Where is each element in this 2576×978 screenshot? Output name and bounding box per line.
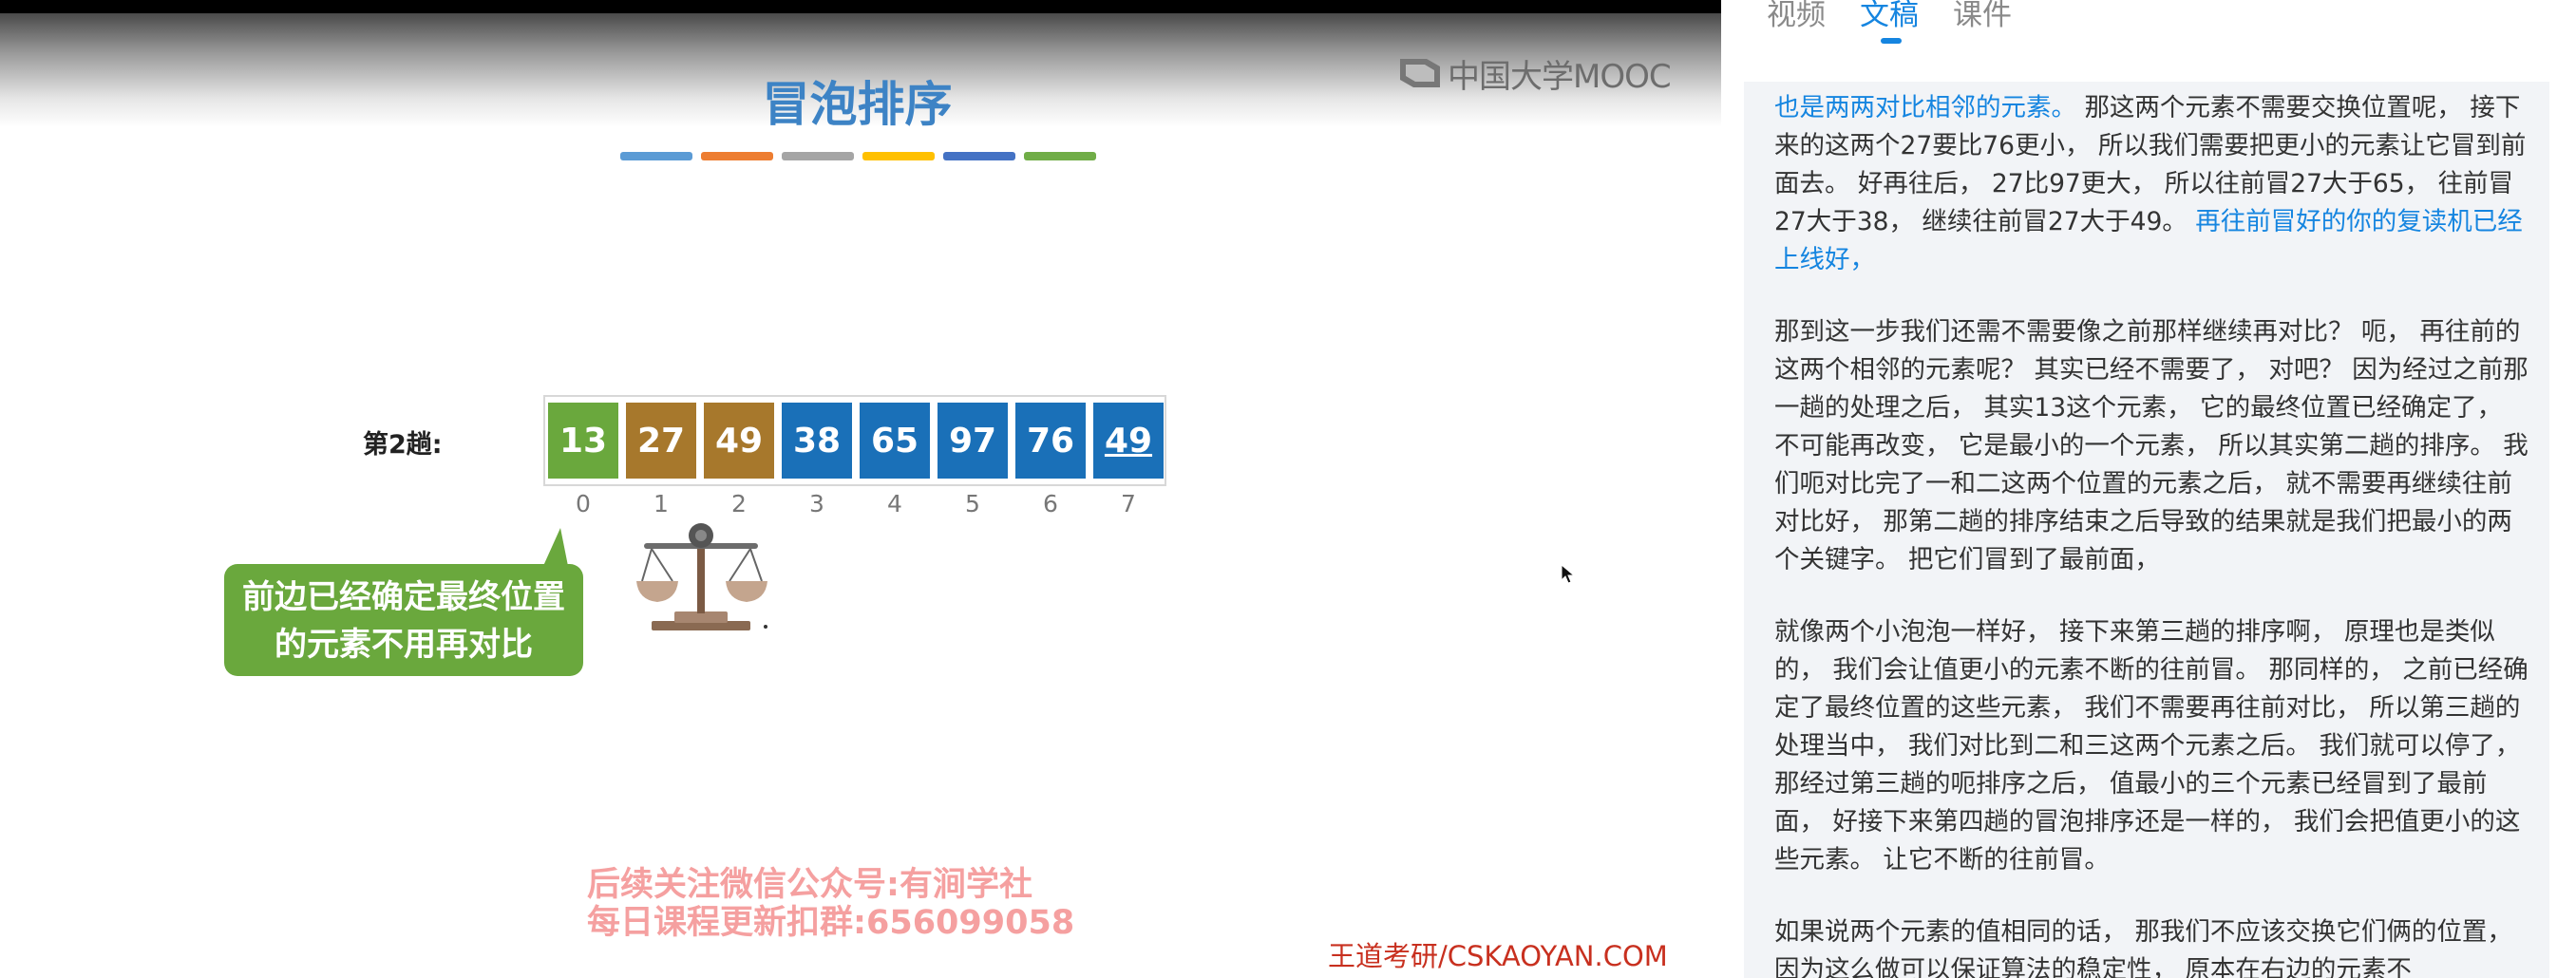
array-cell-value: 65	[870, 421, 919, 461]
brand-caption: 王道考研/CSKAOYAN.COM	[1328, 940, 1668, 972]
array-cell: 49	[704, 403, 774, 479]
panel-tabs: 视频 文稿 课件	[1767, 0, 2012, 44]
side-panel: 视频 文稿 课件 也是两两对比相邻的元素。 那这两个元素不需要交换位置呢， 接下…	[1721, 0, 2576, 978]
title-color-bar	[620, 152, 1096, 160]
transcript-paragraph-1: 也是两两对比相邻的元素。 那这两个元素不需要交换位置呢， 接下来的这两个27要比…	[1774, 89, 2529, 279]
array-cell-value: 49	[1104, 421, 1153, 461]
callout-note: 前边已经确定最终位置 的元素不用再对比	[224, 564, 583, 676]
array-cell: 65	[860, 403, 930, 479]
color-bar-segment	[620, 152, 692, 160]
transcript-pane[interactable]: 也是两两对比相邻的元素。 那这两个元素不需要交换位置呢， 接下来的这两个27要比…	[1744, 82, 2549, 978]
tab-transcript[interactable]: 文稿	[1860, 0, 1919, 44]
transcript-highlight-start[interactable]: 也是两两对比相邻的元素。	[1774, 93, 2076, 122]
tab-video[interactable]: 视频	[1767, 0, 1826, 30]
color-bar-segment	[1024, 152, 1096, 160]
array-cell: 27	[626, 403, 696, 479]
color-bar-segment	[782, 152, 854, 160]
watermark-line-2: 每日课程更新扣群:656099058	[587, 904, 1075, 942]
array-cell-value: 13	[559, 421, 608, 461]
mooc-logo-text: 中国大学MOOC	[1448, 57, 1672, 96]
array-index: 7	[1121, 490, 1136, 517]
video-player[interactable]: 中国大学MOOC 冒泡排序 第2趟: 13 27 49 38 65 97 76 49 0123…	[0, 0, 1721, 978]
color-bar-segment	[862, 152, 935, 160]
array-cell-value: 49	[714, 421, 764, 461]
transcript-paragraph-3[interactable]: 就像两个小泡泡一样好， 接下来第三趟的排序啊， 原理也是类似的， 我们会让值更小…	[1774, 613, 2529, 879]
mooc-logo: 中国大学MOOC	[1398, 49, 1672, 97]
array-index: 6	[1043, 490, 1058, 517]
callout-pointer	[543, 528, 568, 566]
balance-scale-icon	[635, 513, 769, 632]
array-index: 4	[887, 490, 902, 517]
callout-line-1: 前边已经确定最终位置	[242, 578, 565, 616]
array-cell: 38	[782, 403, 852, 479]
array-cell-value: 76	[1026, 421, 1075, 461]
color-bar-segment	[701, 152, 773, 160]
array-index: 5	[965, 490, 980, 517]
array-cell: 97	[938, 403, 1008, 479]
mouse-cursor-icon	[1561, 563, 1576, 585]
callout-line-2: 的元素不用再对比	[275, 626, 533, 664]
watermark: 后续关注微信公众号:有涧学社 每日课程更新扣群:656099058	[587, 866, 1090, 942]
array-cell-value: 97	[948, 421, 997, 461]
transcript-paragraph-4[interactable]: 如果说两个元素的值相同的话， 那我们不应该交换它们俩的位置， 因为这么做可以保证…	[1774, 913, 2529, 978]
array-index: 3	[809, 490, 824, 517]
slide-title: 冒泡排序	[762, 77, 953, 132]
array-cell-value: 27	[636, 421, 686, 461]
array-cell: 13	[548, 403, 618, 479]
transcript-paragraph-2[interactable]: 那到这一步我们还需不需要像之前那样继续再对比？ 呃， 再往前的这两个相邻的元素呢…	[1774, 313, 2529, 579]
watermark-line-1: 后续关注微信公众号:有涧学社	[587, 866, 1032, 904]
mooc-logo-icon	[1398, 55, 1442, 91]
array-cell: 49	[1093, 403, 1164, 479]
color-bar-segment	[943, 152, 1015, 160]
pass-label: 第2趟:	[363, 430, 443, 460]
array-cell-value: 38	[792, 421, 842, 461]
array-cell: 76	[1015, 403, 1086, 479]
video-top-bar	[0, 0, 1721, 13]
tab-courseware[interactable]: 课件	[1953, 0, 2012, 30]
array-index: 0	[576, 490, 591, 517]
